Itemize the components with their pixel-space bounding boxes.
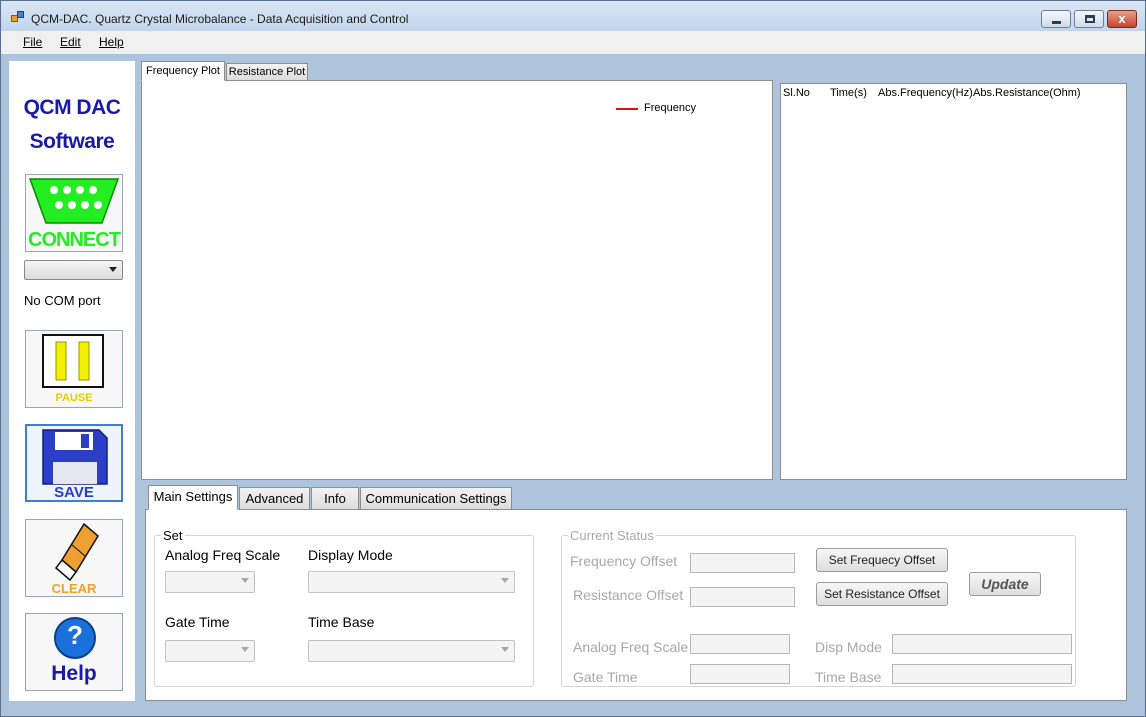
window-title: QCM-DAC. Quartz Crystal Microbalance - D… xyxy=(31,12,409,26)
menu-edit-label: Edit xyxy=(60,35,81,49)
clear-label: CLEAR xyxy=(51,581,97,596)
current-status-title: Current Status xyxy=(568,528,656,543)
title-bar[interactable]: QCM-DAC. Quartz Crystal Microbalance - D… xyxy=(1,1,1145,31)
set-group-title: Set xyxy=(161,528,185,543)
maximize-button[interactable] xyxy=(1074,10,1104,28)
chevron-down-icon xyxy=(501,647,509,652)
legend-frequency-swatch xyxy=(616,108,638,110)
tab-advanced[interactable]: Advanced xyxy=(239,487,310,510)
tab-info[interactable]: Info xyxy=(311,487,359,510)
app-icon xyxy=(11,11,25,23)
main-settings-panel: Set Analog Freq Scale Display Mode Gate … xyxy=(145,509,1127,701)
chevron-down-icon xyxy=(501,578,509,583)
set-frequency-offset-button[interactable]: Set Frequecy Offset xyxy=(816,548,948,572)
tab-main-settings[interactable]: Main Settings xyxy=(148,485,238,510)
analog-freq-scale-label: Analog Freq Scale xyxy=(165,547,281,563)
floppy-disk-icon xyxy=(42,429,108,485)
pause-icon xyxy=(42,334,104,388)
app-logo: QCM DAC Software xyxy=(9,91,135,159)
status-time-base-field[interactable] xyxy=(892,664,1072,684)
menu-help[interactable]: Help xyxy=(99,35,124,49)
save-button[interactable]: SAVE xyxy=(25,424,123,502)
settings-area: Main Settings Advanced Info Communicatio… xyxy=(144,485,1127,701)
display-mode-label: Display Mode xyxy=(308,547,393,563)
menu-file[interactable]: File xyxy=(23,35,42,49)
menu-file-label: File xyxy=(23,35,43,49)
chevron-down-icon xyxy=(241,647,249,652)
logo-line-2: Software xyxy=(29,130,115,153)
current-status-group: Current Status Frequency Offset Resistan… xyxy=(561,528,1076,687)
chevron-down-icon xyxy=(241,578,249,583)
resistance-offset-field[interactable] xyxy=(690,587,795,607)
resistance-offset-label: Resistance Offset xyxy=(573,587,684,603)
analog-freq-scale-dropdown[interactable] xyxy=(165,571,255,593)
set-resistance-offset-button[interactable]: Set Resistance Offset xyxy=(816,582,948,606)
close-button[interactable]: x xyxy=(1107,10,1137,28)
gate-time-label: Gate Time xyxy=(165,614,230,630)
gate-time-dropdown[interactable] xyxy=(165,640,255,662)
status-gate-time-label: Gate Time xyxy=(573,669,638,685)
menu-bar: File Edit Help xyxy=(1,31,1145,54)
help-label: Help xyxy=(51,662,97,685)
menu-help-label: Help xyxy=(99,35,124,49)
plot-area: Frequency Plot Resistance Plot Frequency xyxy=(139,61,773,481)
frequency-offset-label: Frequency Offset xyxy=(570,553,678,569)
status-analog-freq-scale-label: Analog Freq Scale xyxy=(573,639,689,655)
eraser-icon xyxy=(54,522,99,582)
pause-button[interactable]: PAUSE xyxy=(25,330,123,408)
set-group: Set Analog Freq Scale Display Mode Gate … xyxy=(154,528,534,687)
save-label: SAVE xyxy=(54,484,94,501)
tab-communication-settings[interactable]: Communication Settings xyxy=(360,487,512,510)
status-time-base-label: Time Base xyxy=(815,669,882,685)
display-mode-dropdown[interactable] xyxy=(308,571,515,593)
chevron-down-icon xyxy=(109,267,117,272)
time-base-dropdown[interactable] xyxy=(308,640,515,662)
logo-line-1: QCM DAC xyxy=(23,96,121,119)
column-header-time[interactable]: Time(s) xyxy=(830,87,867,99)
menu-edit[interactable]: Edit xyxy=(60,35,81,49)
help-button[interactable]: ? Help xyxy=(25,613,123,691)
close-icon: x xyxy=(1118,11,1126,26)
serial-port-icon xyxy=(28,178,120,224)
tab-resistance-plot[interactable]: Resistance Plot xyxy=(226,63,308,81)
column-header-abs-resistance[interactable]: Abs.Resistance(Ohm) xyxy=(973,87,1081,99)
minimize-button[interactable] xyxy=(1041,10,1071,28)
status-gate-time-field[interactable] xyxy=(690,664,790,684)
clear-button[interactable]: CLEAR xyxy=(25,519,123,597)
app-window: QCM-DAC. Quartz Crystal Microbalance - D… xyxy=(0,0,1146,717)
status-analog-freq-scale-field[interactable] xyxy=(690,634,790,654)
legend-frequency-label: Frequency xyxy=(644,102,696,114)
column-header-abs-frequency[interactable]: Abs.Frequency(Hz) xyxy=(878,87,973,99)
connect-button[interactable]: CONNECT xyxy=(25,174,123,252)
maximize-icon xyxy=(1085,15,1095,23)
frequency-offset-field[interactable] xyxy=(690,553,795,573)
time-base-label: Time Base xyxy=(308,614,375,630)
data-table[interactable]: Sl.No Time(s) Abs.Frequency(Hz) Abs.Resi… xyxy=(780,83,1127,480)
pause-label: PAUSE xyxy=(55,392,93,404)
help-glyph: ? xyxy=(67,620,83,650)
connect-label: CONNECT xyxy=(28,229,121,251)
status-disp-mode-field[interactable] xyxy=(892,634,1072,654)
minimize-icon xyxy=(1052,21,1061,24)
column-header-sl-no[interactable]: Sl.No xyxy=(783,87,810,99)
update-button[interactable]: Update xyxy=(969,572,1041,596)
status-disp-mode-label: Disp Mode xyxy=(815,639,882,655)
frequency-plot-canvas[interactable]: Frequency xyxy=(141,80,773,480)
com-port-dropdown[interactable] xyxy=(24,260,123,280)
tab-frequency-plot[interactable]: Frequency Plot xyxy=(141,61,225,81)
sidebar: QCM DAC Software CONNECT No COM port PAU… xyxy=(9,61,135,701)
com-status-text: No COM port xyxy=(24,293,101,308)
